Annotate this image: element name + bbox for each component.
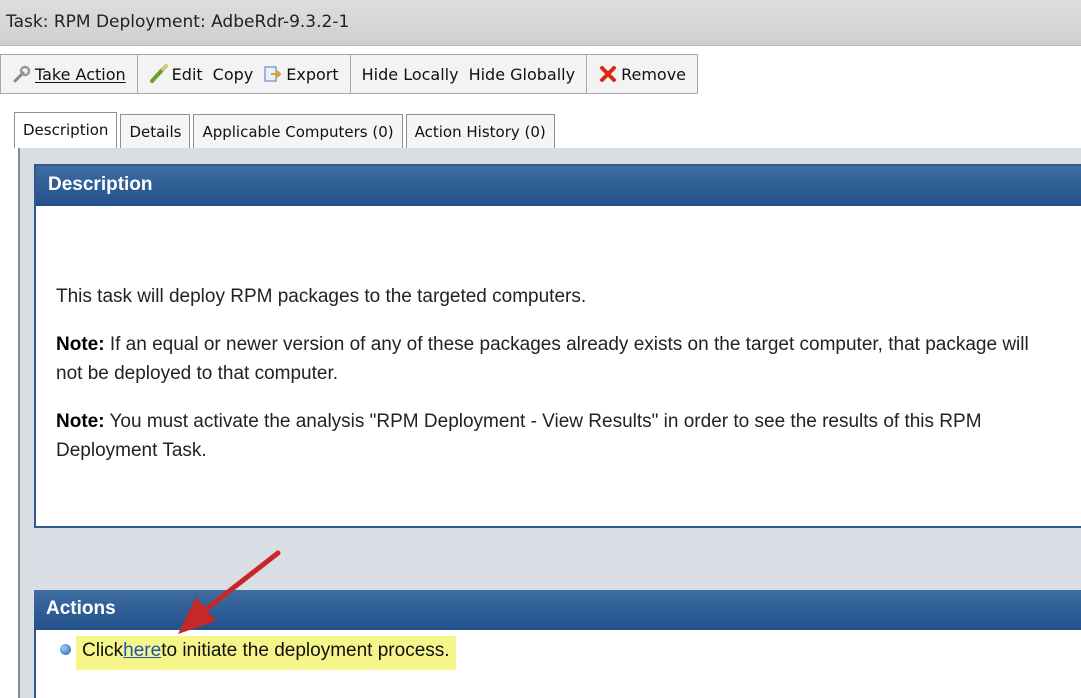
bullet-icon bbox=[60, 644, 71, 655]
deploy-here-link[interactable]: here bbox=[123, 640, 161, 661]
copy-label: Copy bbox=[212, 64, 254, 84]
tab-details[interactable]: Details bbox=[120, 114, 191, 148]
toolbar-group-action: Take Action bbox=[1, 55, 138, 93]
remove-button[interactable]: Remove bbox=[593, 64, 691, 84]
tab-content: Description This task will deploy RPM pa… bbox=[18, 148, 1081, 698]
action-suffix: to initiate the deployment process. bbox=[161, 640, 450, 661]
take-action-label: Take Action bbox=[35, 64, 126, 84]
export-button[interactable]: Export bbox=[258, 64, 343, 84]
note-1-label: Note: bbox=[56, 334, 105, 355]
action-prefix: Click bbox=[82, 640, 124, 661]
hide-globally-label: Hide Globally bbox=[468, 64, 576, 84]
tab-applicable-computers[interactable]: Applicable Computers (0) bbox=[193, 114, 403, 148]
tab-strip: Description Details Applicable Computers… bbox=[14, 112, 558, 148]
description-note-2: Note: You must activate the analysis "RP… bbox=[56, 407, 1056, 465]
description-panel: Description This task will deploy RPM pa… bbox=[34, 164, 1081, 528]
description-header: Description bbox=[36, 166, 1081, 206]
remove-x-icon bbox=[600, 66, 617, 82]
toolbar-group-remove: Remove bbox=[587, 55, 697, 93]
description-note-1: Note: If an equal or newer version of an… bbox=[56, 330, 1056, 388]
action-item: Clickhereto initiate the deployment proc… bbox=[76, 636, 456, 670]
take-action-button[interactable]: Take Action bbox=[7, 64, 131, 84]
actions-list: Clickhereto initiate the deployment proc… bbox=[34, 630, 1081, 698]
tab-action-history[interactable]: Action History (0) bbox=[405, 114, 555, 148]
remove-label: Remove bbox=[621, 64, 687, 84]
export-label: Export bbox=[286, 64, 339, 84]
edit-button[interactable]: Edit bbox=[144, 64, 208, 84]
tab-description[interactable]: Description bbox=[14, 112, 118, 148]
hide-globally-button[interactable]: Hide Globally bbox=[464, 65, 581, 84]
edit-label: Edit bbox=[171, 64, 203, 84]
hide-locally-button[interactable]: Hide Locally bbox=[357, 65, 464, 84]
hide-locally-label: Hide Locally bbox=[361, 64, 459, 84]
description-body: This task will deploy RPM packages to th… bbox=[56, 282, 1056, 484]
export-icon bbox=[264, 66, 282, 82]
wrench-icon bbox=[13, 65, 31, 83]
toolbar-group-edit: Edit Copy Export bbox=[138, 55, 351, 93]
note-2-text: You must activate the analysis "RPM Depl… bbox=[56, 411, 982, 461]
description-intro: This task will deploy RPM packages to th… bbox=[56, 286, 587, 307]
pencil-icon bbox=[149, 64, 168, 83]
toolbar: Take Action Edit Copy Export Hide Locall… bbox=[0, 54, 699, 94]
note-1-text: If an equal or newer version of any of t… bbox=[56, 334, 1029, 384]
window-title: Task: RPM Deployment: AdbeRdr-9.3.2-1 bbox=[0, 0, 1081, 46]
actions-header: Actions bbox=[34, 590, 1081, 630]
note-2-label: Note: bbox=[56, 411, 105, 432]
copy-button[interactable]: Copy bbox=[208, 65, 259, 84]
toolbar-group-visibility: Hide Locally Hide Globally bbox=[351, 55, 588, 93]
